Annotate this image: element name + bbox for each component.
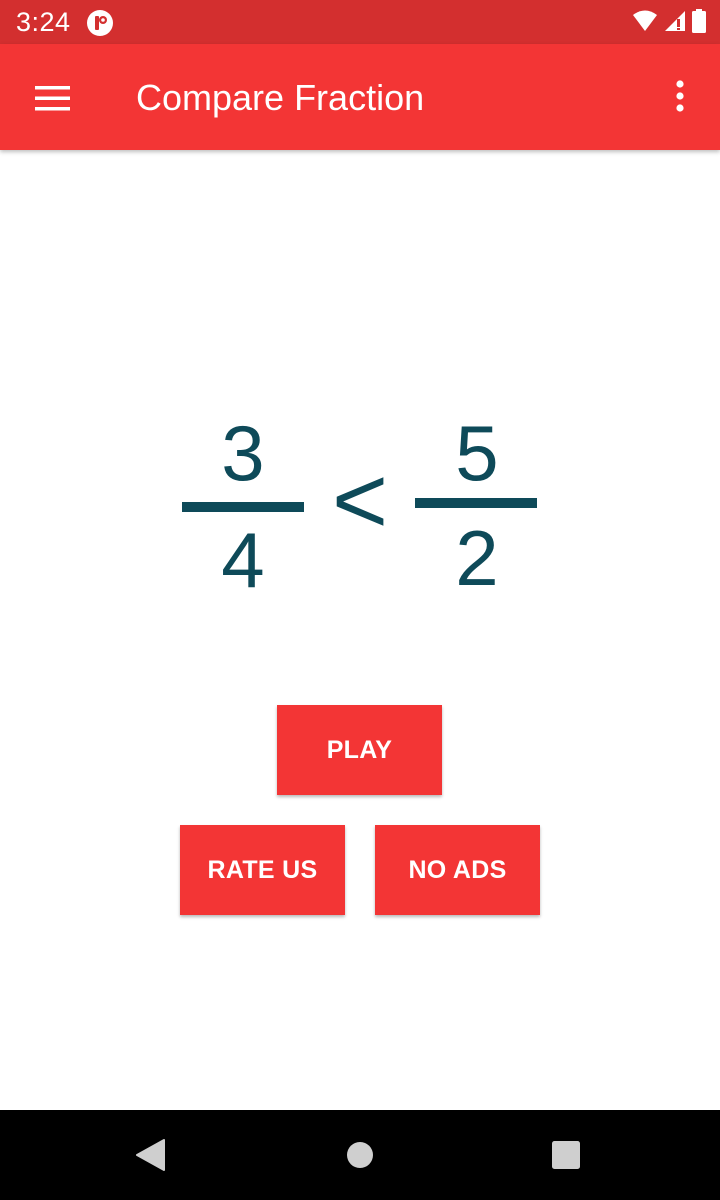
hamburger-menu-icon[interactable]: [24, 76, 80, 120]
left-fraction-bar: [182, 502, 304, 512]
left-denominator: 4: [221, 516, 264, 604]
play-button[interactable]: PLAY: [277, 705, 442, 795]
status-bar: 3:24: [0, 0, 720, 44]
rate-us-button[interactable]: RATE US: [180, 825, 345, 915]
wifi-icon: [632, 10, 658, 37]
comparison-operator: <: [332, 447, 388, 554]
recents-square-icon[interactable]: [546, 1135, 586, 1175]
left-numerator: 3: [221, 409, 264, 497]
right-fraction-bar: [415, 498, 537, 508]
home-circle-icon[interactable]: [340, 1135, 380, 1175]
app-bar: Compare Fraction: [0, 44, 720, 150]
fraction-comparison-graphic: 3 4 < 5 2: [170, 400, 550, 610]
battery-icon: [692, 8, 706, 38]
pinwheel-logo-icon: [86, 9, 114, 37]
right-numerator: 5: [455, 409, 498, 497]
no-ads-button[interactable]: NO ADS: [375, 825, 540, 915]
cell-signal-icon: [664, 10, 686, 37]
more-vert-icon[interactable]: [660, 74, 700, 122]
right-denominator: 2: [455, 514, 498, 602]
status-time: 3:24: [16, 7, 71, 37]
app-title: Compare Fraction: [136, 77, 425, 118]
status-icons: [632, 8, 706, 38]
back-triangle-icon[interactable]: [131, 1135, 171, 1175]
navigation-bar: [0, 1110, 720, 1200]
